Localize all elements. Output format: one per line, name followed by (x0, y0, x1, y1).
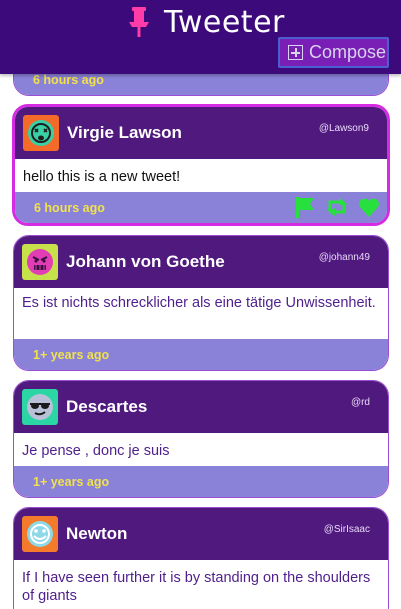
sunglasses-face-icon (27, 394, 53, 420)
tweet-time: 1+ years ago (33, 474, 110, 489)
retweet-icon[interactable] (325, 195, 349, 219)
tweet-header: Virgie Lawson @Lawson9 (15, 107, 387, 159)
tweet-footer: 1+ years ago (14, 466, 388, 497)
tweet-time: 6 hours ago (34, 200, 105, 215)
app-title: Tweeter (164, 4, 285, 40)
brand: Tweeter (126, 4, 285, 40)
author-name[interactable]: Descartes (66, 397, 147, 417)
app-header: Tweeter Compose (0, 0, 401, 74)
tweet-footer: 6 hours ago (15, 192, 387, 223)
tweet-card[interactable]: Descartes @rd Je pense , donc je suis 1+… (13, 380, 389, 498)
compose-button[interactable]: Compose (278, 37, 389, 68)
author-handle[interactable]: @Lawson9 (319, 123, 369, 134)
author-handle[interactable]: @rd (351, 397, 370, 408)
tweet-header: Newton @SirIsaac (14, 508, 388, 560)
author-handle[interactable]: @SirIsaac (324, 524, 370, 535)
author-handle[interactable]: @johann49 (319, 252, 370, 263)
tweet-actions (293, 195, 381, 219)
author-name[interactable]: Newton (66, 524, 127, 544)
tweet-text: If I have seen further it is by standing… (22, 570, 371, 604)
plus-square-icon (288, 45, 303, 60)
tweet-time: 1+ years ago (33, 347, 110, 362)
angry-face-icon (27, 249, 53, 275)
avatar (22, 244, 58, 280)
tweet-header: Johann von Goethe @johann49 (14, 236, 388, 288)
flag-icon[interactable] (293, 195, 317, 219)
smiling-face-icon (27, 521, 53, 547)
tweet-card[interactable]: Newton @SirIsaac If I have seen further … (13, 507, 389, 609)
tweet-time: 6 hours ago (33, 72, 104, 87)
tweet-text: hello this is a new tweet! (23, 169, 181, 185)
compose-label: Compose (309, 42, 387, 62)
tweet-header: Descartes @rd (14, 381, 388, 433)
tweet-footer: 1+ years ago (14, 339, 388, 370)
avatar (23, 115, 59, 151)
tweet-text: Es ist nichts schrecklicher als eine tät… (22, 295, 376, 311)
author-name[interactable]: Johann von Goethe (66, 252, 225, 272)
tweet-card[interactable]: Virgie Lawson @Lawson9 hello this is a n… (12, 104, 390, 226)
avatar (22, 389, 58, 425)
avatar (22, 516, 58, 552)
dizzy-face-icon (28, 120, 54, 146)
heart-icon[interactable] (357, 195, 381, 219)
pushpin-icon (129, 7, 149, 37)
tweet-text: Je pense , donc je suis (22, 443, 170, 459)
author-name[interactable]: Virgie Lawson (67, 123, 182, 143)
tweet-card[interactable]: Johann von Goethe @johann49 Es ist nicht… (13, 235, 389, 371)
